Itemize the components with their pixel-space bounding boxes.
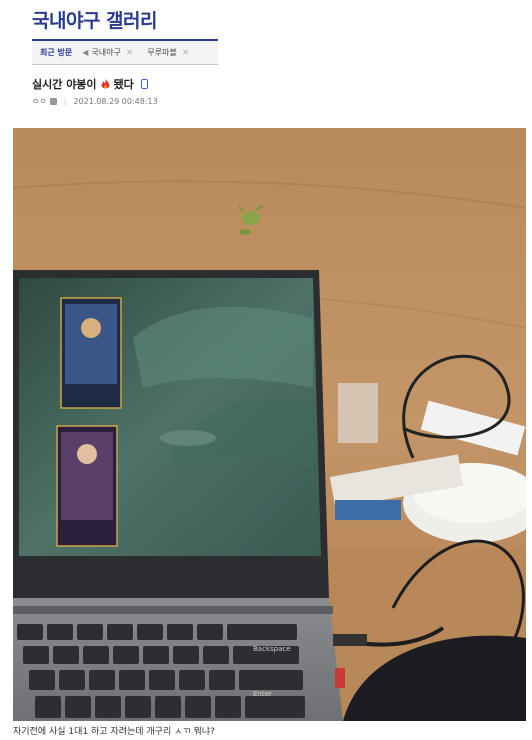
close-icon[interactable]: × [182, 48, 190, 58]
backspace-key-label: Backspace [253, 645, 291, 653]
post-photo[interactable]: Backspace Enter [13, 128, 526, 721]
enter-key-label: Enter [253, 690, 272, 698]
post-caption: 자기전에 사실 1대1 하고 자려는데 개구리 ㅅㄲ 뭐냐? [13, 727, 215, 737]
recent-item-label[interactable]: 무루마블 [147, 47, 176, 58]
recent-visits-bar: 최근 방문 ◀ 국내야구 × 무루마블 × [32, 39, 218, 65]
post-title-prefix: 실시간 야봉이 [32, 78, 97, 91]
user-icon [49, 98, 57, 105]
fire-emoji-icon [101, 78, 109, 88]
photo-illustration: Backspace Enter [13, 128, 526, 721]
recent-item-murumable[interactable]: 무루마블 × [147, 47, 189, 58]
divider: | [63, 97, 67, 106]
post-meta: ㅇㅇ | 2021.08.29 00:48:13 [32, 96, 158, 107]
recent-item-label[interactable]: 국내야구 [91, 47, 120, 58]
author-name[interactable]: ㅇㅇ [32, 96, 47, 107]
gallery-title[interactable]: 국내야구 갤러리 [32, 6, 157, 33]
mobile-icon [140, 79, 148, 89]
post-title-suffix: 됐다 [113, 78, 134, 91]
post-date: 2021.08.29 00:48:13 [73, 97, 158, 106]
post-title: 실시간 야봉이 됐다 [32, 76, 148, 92]
recent-visits-label: 최근 방문 [40, 48, 73, 57]
prev-arrow-icon[interactable]: ◀ [82, 48, 88, 57]
close-icon[interactable]: × [126, 48, 134, 58]
recent-item-baseball[interactable]: 국내야구 × [91, 47, 133, 58]
